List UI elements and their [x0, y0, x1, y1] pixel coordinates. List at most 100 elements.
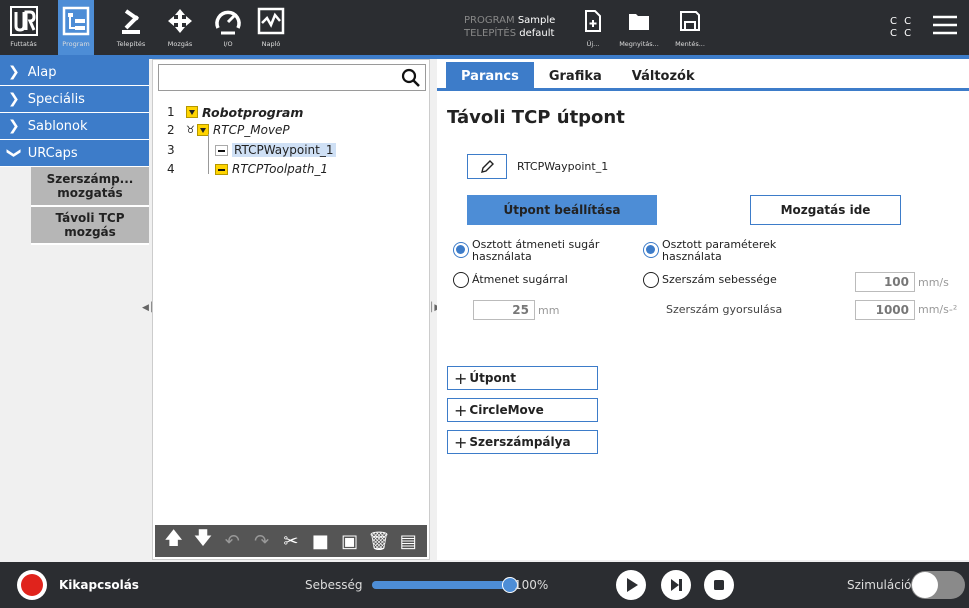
toggle-knob — [912, 572, 938, 598]
program-tree-panel: 1 Robotprogram 2 ♉ RTCP_MoveP 3 RTCPWayp… — [152, 59, 430, 560]
nav-move-button[interactable]: Mozgás — [160, 0, 200, 55]
open-program-button[interactable]: Megnyitás... — [618, 0, 660, 55]
nav-io-label: I/O — [223, 40, 233, 48]
nav-run-button[interactable]: Futtatás — [0, 0, 47, 55]
nav-log-button[interactable]: Napló — [253, 0, 289, 55]
stop-icon — [714, 580, 724, 590]
stop-button[interactable] — [704, 570, 734, 600]
page-title: Távoli TCP útpont — [447, 107, 625, 128]
power-status-icon — [21, 574, 43, 596]
chevron-right-icon: ❯ — [8, 64, 20, 80]
sidebar-item-basic[interactable]: ❯ Alap — [0, 59, 149, 86]
sidebar-item-label: URCaps — [27, 145, 78, 161]
line-number: 1 — [167, 105, 175, 119]
move-down-icon[interactable]: 🡇 — [191, 526, 215, 556]
undo-icon[interactable]: ↶ — [220, 531, 244, 552]
pin-icon: ♉ — [186, 124, 195, 136]
blend-unit: mm — [538, 304, 560, 317]
status-indicator: C C C C — [890, 16, 913, 40]
delete-icon[interactable]: 🗑 — [367, 531, 391, 552]
save-program-label: Mentés... — [675, 40, 705, 48]
footer-bar: Kikapcsolás Sebesség 100% Szimuláció — [0, 562, 969, 608]
expand-toggle-icon[interactable] — [186, 106, 198, 118]
pencil-icon — [481, 159, 494, 173]
shared-params-radio[interactable]: Osztott paraméterek használata — [643, 239, 803, 263]
add-circlemove-button[interactable]: + CircleMove — [447, 398, 598, 422]
sidebar-subitem-remote-tcp-move[interactable]: Távoli TCP mozgás — [31, 207, 149, 245]
status-row-2: C C — [890, 28, 914, 39]
save-program-button[interactable]: Mentés... — [670, 0, 710, 55]
sidebar-item-templates[interactable]: ❯ Sablonok — [0, 113, 149, 140]
nav-io-button[interactable]: I/O — [210, 0, 246, 55]
move-here-button[interactable]: Mozgatás ide — [750, 195, 901, 225]
step-icon — [671, 579, 682, 591]
nav-installation-label: Telepítés — [116, 40, 146, 48]
play-button[interactable] — [616, 570, 646, 600]
blend-radius-field[interactable]: 25 — [473, 300, 535, 320]
cut-icon[interactable]: ✂ — [279, 531, 303, 552]
simulation-toggle[interactable] — [911, 571, 965, 599]
copy-icon[interactable]: ■ — [308, 531, 332, 552]
nav-program-button[interactable]: Program — [58, 0, 94, 55]
search-icon[interactable] — [401, 68, 421, 92]
log-chart-icon — [255, 4, 287, 38]
suppress-icon[interactable]: ▤ — [396, 531, 420, 552]
search-input[interactable] — [158, 64, 426, 91]
nav-move-label: Mozgás — [167, 40, 193, 48]
nav-installation-button[interactable]: Telepítés — [108, 0, 154, 55]
speed-slider-fill — [372, 581, 510, 589]
line-number: 3 — [167, 143, 175, 157]
radio-unselected-icon — [453, 272, 469, 288]
new-file-icon — [577, 4, 609, 38]
tool-accel-field[interactable]: 1000 — [855, 300, 915, 320]
chevron-down-icon: ❯ — [5, 147, 22, 159]
program-info: PROGRAM Sample TELEPÍTÉS default — [464, 14, 555, 40]
simulation-label: Szimuláció — [847, 578, 912, 592]
step-button[interactable] — [661, 570, 691, 600]
sidebar-item-urcaps[interactable]: ❯ URCaps — [0, 140, 149, 167]
nav-program-label: Program — [62, 40, 90, 48]
set-waypoint-button[interactable]: Útpont beállítása — [467, 195, 657, 225]
move-up-icon[interactable]: 🡅 — [162, 526, 186, 556]
rename-button[interactable] — [467, 154, 507, 179]
sidebar-item-advanced[interactable]: ❯ Speciális — [0, 86, 149, 113]
waypoint-name: RTCPWaypoint_1 — [517, 160, 609, 173]
play-icon — [627, 578, 638, 592]
paste-icon[interactable]: ▣ — [338, 531, 362, 552]
nav-log-label: Napló — [261, 40, 281, 48]
blend-radius-radio[interactable]: Átmenet sugárral — [453, 272, 568, 288]
chevron-right-icon: ❯ — [8, 91, 20, 107]
plus-icon: + — [454, 368, 468, 388]
robot-arm-icon — [115, 4, 147, 38]
program-tree-icon — [60, 4, 92, 38]
shared-blend-radio[interactable]: Osztott átmeneti sugár használata — [453, 239, 633, 263]
tab-bar: Parancs Grafika Változók — [437, 59, 969, 91]
sidebar-item-label: Sablonok — [27, 118, 88, 134]
new-program-label: Új... — [586, 40, 600, 48]
menu-icon[interactable] — [932, 14, 958, 36]
tab-graphics[interactable]: Grafika — [534, 62, 617, 91]
new-program-button[interactable]: Új... — [578, 0, 608, 55]
program-name: Sample — [517, 15, 556, 26]
add-waypoint-button[interactable]: + Útpont — [447, 366, 598, 390]
radio-selected-icon — [453, 242, 469, 258]
speed-slider[interactable] — [372, 577, 518, 593]
tab-variables[interactable]: Változók — [617, 62, 710, 91]
open-folder-icon — [623, 4, 655, 38]
tool-speed-field[interactable]: 100 — [855, 272, 915, 292]
installation-label: TELEPÍTÉS — [464, 28, 517, 39]
command-panel: Parancs Grafika Változók Távoli TCP útpo… — [437, 59, 969, 560]
tool-speed-radio[interactable]: Szerszám sebessége — [643, 272, 777, 288]
sidebar-subitem-toolpath-move[interactable]: Szerszámp... mozgatás — [31, 167, 149, 207]
tab-command[interactable]: Parancs — [446, 62, 534, 91]
power-button[interactable] — [17, 570, 47, 600]
add-toolpath-button[interactable]: + Szerszámpálya — [447, 430, 598, 454]
installation-name: default — [519, 28, 555, 39]
open-program-label: Megnyitás... — [619, 40, 659, 48]
io-gauge-icon — [212, 4, 244, 38]
ur-logo-icon — [8, 4, 40, 38]
header-bar: Futtatás Program Telepítés Mozgás I/O Na… — [0, 0, 969, 55]
tree-node-label: RTCPWaypoint_1 — [232, 143, 336, 157]
program-label: PROGRAM — [464, 15, 515, 26]
redo-icon[interactable]: ↷ — [250, 531, 274, 552]
